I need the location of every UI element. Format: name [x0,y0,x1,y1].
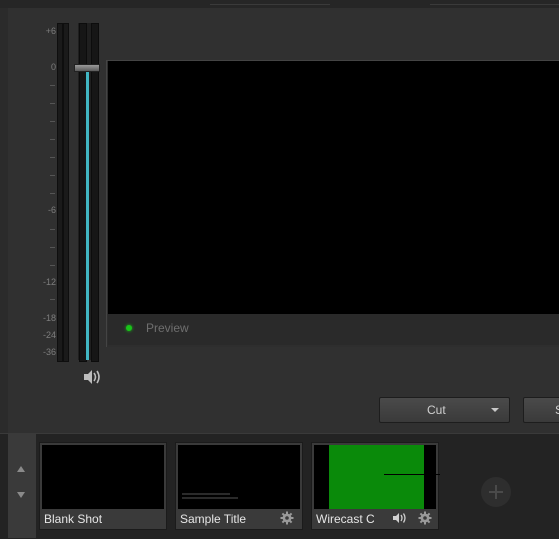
speaker-icon[interactable] [392,511,410,525]
divider [430,4,559,5]
gear-icon[interactable] [280,511,294,525]
shot-tile-blank-shot[interactable]: Blank Shot [39,442,167,530]
scale-label-minus12: -12 [42,277,56,287]
tick [50,175,55,176]
speaker-icon[interactable] [82,368,104,386]
tick [50,265,55,266]
gear-icon[interactable] [418,511,432,525]
tick [50,139,55,140]
live-indicator-icon [126,325,132,331]
scale-label-minus6: -6 [47,205,56,215]
scale-label-plus6: +6 [45,26,56,36]
level-meter-right [63,23,69,362]
plus-icon [489,485,503,499]
chevron-down-icon[interactable] [491,408,499,412]
shot-label: Blank Shot [44,512,103,526]
shot-thumbnail [42,445,164,509]
scale-label-0: 0 [50,62,56,72]
tick [50,157,55,158]
scroll-down-icon[interactable] [17,492,25,498]
shot-thumbnail [314,445,440,509]
green-video-feed [329,445,424,509]
shot-tile-wirecast-camera[interactable]: Wirecast Ca [311,442,440,530]
add-shot-button[interactable] [481,477,511,507]
tick [50,229,55,230]
tick [50,85,55,86]
secondary-button-label: S [555,403,559,417]
preview-label: Preview [146,321,189,335]
layer-scroller [8,434,36,538]
preview-video [108,61,559,314]
scroll-up-icon[interactable] [17,466,25,472]
title-text-line [182,497,238,499]
top-strip [0,0,559,8]
tick [50,103,55,104]
tick [50,299,55,300]
fader-handle[interactable] [74,64,100,72]
tick [50,193,55,194]
shot-tile-sample-title[interactable]: Sample Title [175,442,303,530]
cut-button-label: Cut [427,403,446,417]
fader-level-fill [86,70,89,360]
secondary-transition-button[interactable]: S [523,397,559,423]
shot-label: Sample Title [180,512,247,526]
shot-label: Wirecast Ca [316,512,374,526]
cut-transition-button[interactable]: Cut [379,397,510,423]
title-text-line [182,493,230,495]
tick [50,247,55,248]
divider [210,4,330,5]
feed-line [384,474,440,475]
shot-thumbnail [178,445,300,509]
fader-channel-right [91,23,99,362]
scale-label-minus18: -18 [42,313,56,323]
scale-label-minus36: -36 [42,347,56,357]
scale-label-minus24: -24 [42,330,56,340]
tick [50,121,55,122]
